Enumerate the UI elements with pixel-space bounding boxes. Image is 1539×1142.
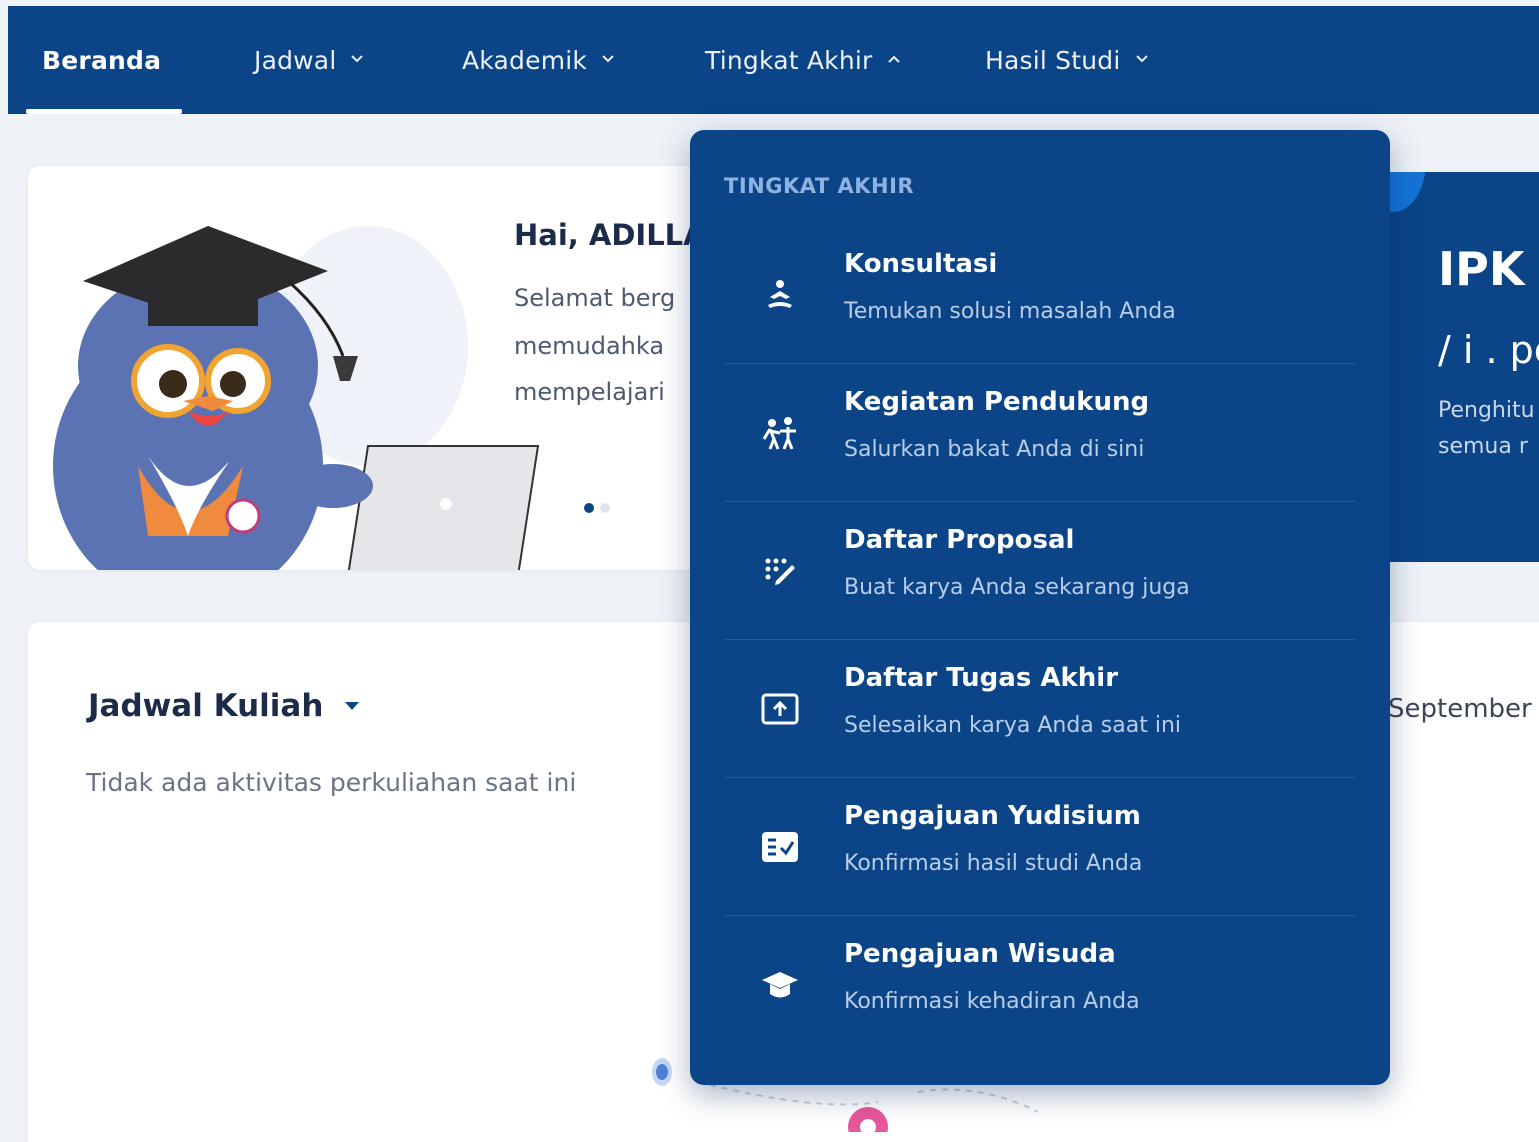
menu-item-subtitle: Konfirmasi hasil studi Anda — [844, 851, 1143, 876]
nav-label: Akademik — [462, 45, 588, 75]
dropdown-heading: TINGKAT AKHIR — [724, 174, 915, 198]
caret-down-icon — [345, 702, 360, 710]
schedule-empty-message: Tidak ada aktivitas perkuliahan saat ini — [86, 768, 577, 797]
menu-item-title: Konsultasi — [844, 249, 998, 279]
ipk-description-line: Penghitu — [1438, 398, 1535, 423]
active-tab-indicator — [26, 109, 182, 114]
chevron-down-icon — [350, 52, 364, 68]
nav-item-tingkat-akhir[interactable]: Tingkat Akhir — [705, 6, 901, 114]
pencil-dots-icon — [756, 547, 804, 595]
menu-item-subtitle: Salurkan bakat Anda di sini — [844, 437, 1145, 462]
chevron-down-icon — [601, 52, 615, 68]
menu-item-title: Daftar Proposal — [844, 525, 1075, 555]
menu-item-title: Kegiatan Pendukung — [844, 387, 1150, 417]
menu-item-subtitle: Konfirmasi kehadiran Anda — [844, 989, 1140, 1014]
menu-item-title: Pengajuan Wisuda — [844, 939, 1116, 969]
menu-item-konsultasi[interactable]: Konsultasi Temukan solusi masalah Anda — [724, 225, 1356, 364]
nav-item-jadwal[interactable]: Jadwal — [254, 6, 364, 114]
ipk-title: IPK — [1438, 242, 1525, 296]
ipk-description-line: semua r — [1438, 434, 1528, 459]
menu-item-subtitle: Temukan solusi masalah Anda — [844, 299, 1176, 324]
tingkat-akhir-dropdown-menu: TINGKAT AKHIR Konsultasi Temukan solusi … — [690, 130, 1390, 1085]
nav-item-akademik[interactable]: Akademik — [462, 6, 615, 114]
menu-item-subtitle: Selesaikan karya Anda saat ini — [844, 713, 1181, 738]
carousel-dot-active[interactable] — [584, 503, 594, 513]
ipk-value: / i . pe — [1438, 328, 1539, 372]
nav-label: Beranda — [42, 45, 162, 75]
ipk-card: IPK / i . pe Penghitu semua r — [1380, 172, 1539, 562]
carousel-dot[interactable] — [600, 503, 610, 513]
chevron-up-icon — [887, 52, 901, 68]
people-activity-icon — [756, 409, 804, 457]
nav-item-beranda[interactable]: Beranda — [42, 6, 161, 114]
greeting-title: Hai, ADILLA — [514, 218, 706, 252]
menu-item-daftar-proposal[interactable]: Daftar Proposal Buat karya Anda sekarang… — [724, 501, 1356, 640]
schedule-dropdown-toggle[interactable]: Jadwal Kuliah — [88, 688, 360, 724]
meditation-icon — [756, 271, 804, 319]
owl-mascot-illustration — [53, 226, 540, 570]
nav-label: Jadwal — [254, 45, 337, 75]
greeting-card: Hai, ADILLA Selamat berg memudahka mempe… — [28, 166, 728, 570]
menu-item-subtitle: Buat karya Anda sekarang juga — [844, 575, 1190, 600]
nav-label: Hasil Studi — [985, 45, 1121, 75]
menu-item-daftar-tugas-akhir[interactable]: Daftar Tugas Akhir Selesaikan karya Anda… — [724, 639, 1356, 778]
upload-box-icon — [756, 685, 804, 733]
schedule-date: September — [1388, 694, 1532, 724]
menu-item-pengajuan-yudisium[interactable]: Pengajuan Yudisium Konfirmasi hasil stud… — [724, 777, 1356, 916]
menu-item-pengajuan-wisuda[interactable]: Pengajuan Wisuda Konfirmasi kehadiran An… — [724, 915, 1356, 1053]
nav-label: Tingkat Akhir — [705, 45, 873, 75]
top-navigation: Beranda Jadwal Akademik Tingkat Akhir Ha… — [8, 6, 1539, 114]
checklist-icon — [756, 823, 804, 871]
nav-item-hasil-studi[interactable]: Hasil Studi — [985, 6, 1149, 114]
menu-item-title: Pengajuan Yudisium — [844, 801, 1141, 831]
carousel-dots — [584, 503, 610, 513]
menu-item-kegiatan-pendukung[interactable]: Kegiatan Pendukung Salurkan bakat Anda d… — [724, 363, 1356, 502]
graduation-cap-icon — [756, 961, 804, 1009]
schedule-title: Jadwal Kuliah — [88, 688, 324, 724]
chevron-down-icon — [1135, 52, 1149, 68]
menu-item-title: Daftar Tugas Akhir — [844, 663, 1119, 693]
